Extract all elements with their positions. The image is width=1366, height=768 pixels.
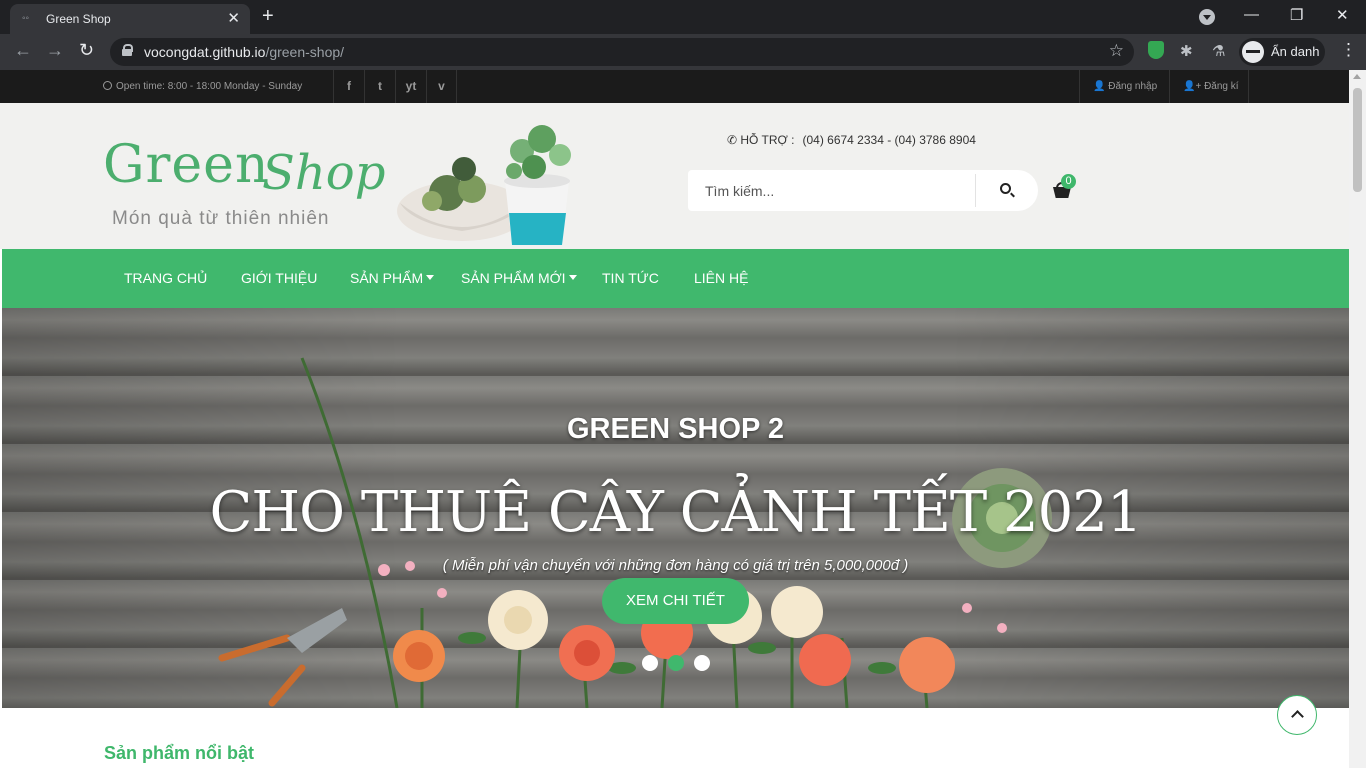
browser-menu-icon[interactable]: ⋮: [1340, 40, 1357, 60]
labs-flask-icon[interactable]: ⚗: [1212, 42, 1225, 60]
nav-products[interactable]: SẢN PHẨM: [350, 270, 435, 286]
back-to-top-button[interactable]: [1277, 695, 1317, 735]
twitter-icon[interactable]: t: [364, 70, 395, 103]
main-navigation: TRANG CHỦ GIỚI THIỆU SẢN PHẨM SẢN PHẨM M…: [2, 249, 1349, 308]
search-button[interactable]: [976, 170, 1038, 211]
new-tab-icon[interactable]: +: [262, 5, 274, 28]
nav-new-products[interactable]: SẢN PHẨM MỚI: [461, 270, 577, 286]
bookmark-star-icon[interactable]: ☆: [1109, 41, 1124, 61]
view-details-button[interactable]: XEM CHI TIẾT: [602, 578, 749, 624]
nav-contact[interactable]: LIÊN HỆ: [694, 270, 748, 286]
close-tab-icon[interactable]: ✕: [227, 9, 240, 27]
favicon-icon: ◦◦: [22, 13, 30, 24]
slider-dot-3[interactable]: [694, 655, 710, 671]
hero-slider: GREEN SHOP 2 CHO THUÊ CÂY CẢNH TẾT 2021 …: [2, 308, 1349, 708]
minimize-icon[interactable]: —: [1244, 6, 1259, 23]
lock-icon[interactable]: [122, 44, 133, 56]
hero-headline: CHO THUÊ CÂY CẢNH TẾT 2021: [209, 480, 1142, 545]
scroll-up-icon[interactable]: [1353, 74, 1361, 79]
address-bar[interactable]: vocongdat.github.io/green-shop/ ☆: [110, 38, 1134, 66]
top-info-bar: Open time: 8:00 - 18:00 Monday - Sunday …: [0, 70, 1349, 103]
browser-tab-strip: ◦◦ Green Shop ✕ + — ❐ ✕: [0, 0, 1366, 34]
adblock-shield-icon[interactable]: [1148, 41, 1164, 59]
phone-icon: ✆: [727, 133, 741, 147]
browser-tab[interactable]: ◦◦ Green Shop ✕: [10, 4, 250, 34]
nav-home[interactable]: TRANG CHỦ: [124, 270, 207, 286]
restore-icon[interactable]: ❐: [1290, 6, 1303, 24]
tab-title: Green Shop: [46, 12, 111, 26]
featured-products-title: Sản phẩm nổi bật: [104, 743, 255, 763]
vimeo-icon[interactable]: v: [426, 70, 457, 103]
nav-news[interactable]: TIN TỨC: [602, 270, 659, 286]
url-text[interactable]: vocongdat.github.io/green-shop/: [144, 44, 344, 60]
register-link[interactable]: 👤+ Đăng kí: [1169, 70, 1249, 103]
clock-icon: [103, 81, 112, 90]
cart-button[interactable]: 0: [1051, 174, 1076, 203]
window-close-icon[interactable]: ✕: [1336, 6, 1349, 24]
nav-about[interactable]: GIỚI THIỆU: [241, 270, 317, 286]
reload-icon[interactable]: ↻: [79, 40, 94, 61]
search-icon: [1000, 183, 1011, 194]
incognito-label: Ẩn danh: [1271, 44, 1320, 59]
login-link[interactable]: 👤 Đăng nhập: [1079, 70, 1169, 103]
page-viewport: Open time: 8:00 - 18:00 Monday - Sunday …: [0, 70, 1366, 768]
page-scrollbar[interactable]: [1349, 70, 1366, 768]
back-icon[interactable]: ←: [14, 40, 32, 61]
logo-text-shop: Shop: [262, 145, 386, 201]
chevron-down-icon: [426, 275, 435, 280]
extensions-puzzle-icon[interactable]: ✱: [1180, 42, 1193, 60]
incognito-profile-button[interactable]: Ẩn danh: [1239, 38, 1325, 66]
facebook-icon[interactable]: f: [333, 70, 364, 103]
support-hotline: ✆ HỖ TRỢ : (04) 6674 2334 - (04) 3786 890…: [727, 133, 976, 147]
hero-subtitle: GREEN SHOP 2: [566, 413, 785, 445]
incognito-icon: [1242, 41, 1264, 63]
opening-hours: Open time: 8:00 - 18:00 Monday - Sunday: [103, 81, 302, 92]
cart-count-badge: 0: [1061, 174, 1076, 189]
scrollbar-thumb[interactable]: [1353, 88, 1362, 192]
hero-note: ( Miễn phí vận chuyển với những đơn hàng…: [442, 557, 909, 574]
logo-text-green: Green: [103, 135, 270, 195]
logo-tagline: Món quà từ thiên nhiên: [112, 208, 330, 229]
site-header: Green Shop Món quà từ thiên nhiên ✆ HỖ T…: [0, 103, 1349, 249]
youtube-icon[interactable]: yt: [395, 70, 426, 103]
browser-toolbar: ← → ↻ vocongdat.github.io/green-shop/ ☆ …: [0, 34, 1366, 70]
search-input[interactable]: [688, 170, 976, 211]
slider-dot-2[interactable]: [668, 655, 684, 671]
chevron-down-icon: [568, 275, 577, 280]
slider-dot-1[interactable]: [642, 655, 658, 671]
search-box: [688, 170, 1038, 211]
forward-icon[interactable]: →: [46, 40, 64, 61]
tab-search-icon[interactable]: [1199, 9, 1215, 25]
succulent-pots-image: [397, 125, 571, 245]
